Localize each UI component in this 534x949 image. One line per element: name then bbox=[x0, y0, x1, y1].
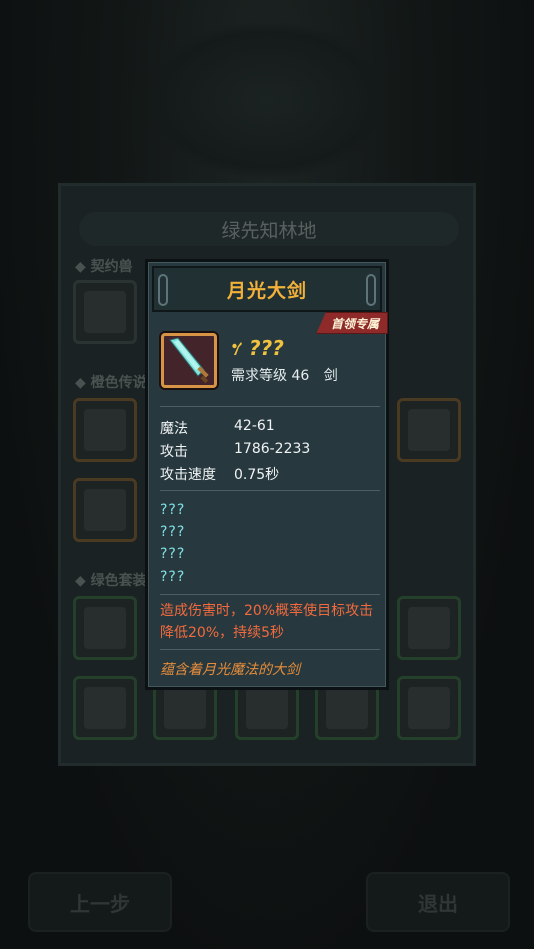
badge-text: 首领专属 bbox=[330, 316, 379, 331]
scissors-art-icon bbox=[84, 607, 126, 649]
legend-item-slot[interactable] bbox=[73, 478, 137, 542]
item-detail-popup[interactable]: 月光大剑 首领专属 ??? 需求等级 46 剑 魔法 42-61 攻击 1786… bbox=[145, 259, 389, 690]
boots-art-icon bbox=[326, 687, 368, 729]
orb-art-icon bbox=[84, 409, 126, 451]
stat-value-magic: 42-61 bbox=[234, 418, 275, 434]
greatsword-icon bbox=[169, 337, 209, 384]
chest-art-icon bbox=[164, 687, 206, 729]
unknown-affix: ??? bbox=[160, 524, 186, 540]
prev-step-label: 上一步 bbox=[70, 891, 130, 916]
item-type: 剑 bbox=[323, 368, 338, 384]
popup-header: 月光大剑 bbox=[152, 266, 382, 312]
scroll-ornament-icon bbox=[366, 274, 376, 306]
section-label-contract-beast: ◆ 契约兽 bbox=[75, 259, 133, 275]
prev-step-button[interactable]: 上一步 bbox=[28, 872, 172, 932]
stat-label-attack: 攻击 bbox=[160, 444, 188, 460]
cloak-art-icon bbox=[408, 687, 450, 729]
divider bbox=[160, 649, 380, 650]
exit-button[interactable]: 退出 bbox=[366, 872, 510, 932]
set-item-slot[interactable] bbox=[397, 676, 461, 740]
special-effect-text: 造成伤害时，20%概率使目标攻击降低20%，持续5秒 bbox=[160, 603, 374, 641]
contract-beast-slot[interactable] bbox=[73, 280, 137, 344]
section-text: 绿色套装 bbox=[90, 573, 147, 589]
item-class-icon bbox=[232, 342, 242, 355]
glove-art-icon bbox=[246, 687, 288, 729]
section-text: 橙色传说 bbox=[90, 375, 147, 391]
set-item-slot[interactable] bbox=[73, 596, 137, 660]
item-name: ??? bbox=[231, 336, 284, 360]
stat-value-attack: 1786-2233 bbox=[234, 441, 311, 457]
zone-title-bar: 绿先知林地 bbox=[79, 212, 459, 246]
item-icon bbox=[161, 333, 217, 388]
section-label-orange-legend: ◆ 橙色传说 bbox=[75, 375, 147, 391]
zone-title: 绿先知林地 bbox=[221, 219, 317, 242]
armor-art-icon bbox=[84, 489, 126, 531]
shoulder-art-icon bbox=[84, 687, 126, 729]
legend-item-slot[interactable] bbox=[397, 398, 461, 462]
boss-exclusive-badge: 首领专属 bbox=[315, 312, 388, 334]
sword-art-icon bbox=[408, 409, 450, 451]
background-emblem bbox=[140, 20, 394, 180]
legend-item-slot[interactable] bbox=[73, 398, 137, 462]
helmet-art-icon bbox=[408, 607, 450, 649]
divider bbox=[160, 490, 380, 491]
unknown-affix: ??? bbox=[160, 546, 186, 562]
section-text: 契约兽 bbox=[90, 259, 133, 275]
set-item-slot[interactable] bbox=[73, 676, 137, 740]
beast-art-icon bbox=[84, 291, 126, 333]
stat-value-attack-speed: 0.75秒 bbox=[234, 467, 280, 483]
divider bbox=[160, 406, 380, 407]
item-requirement: 需求等级 46 剑 bbox=[231, 365, 338, 385]
exit-label: 退出 bbox=[418, 891, 458, 916]
item-name-text: ??? bbox=[249, 336, 284, 360]
scroll-ornament-icon bbox=[158, 274, 168, 306]
section-label-green-set: ◆ 绿色套装 bbox=[75, 573, 147, 589]
set-item-slot[interactable] bbox=[397, 596, 461, 660]
stat-label-magic: 魔法 bbox=[160, 421, 188, 437]
stat-label-attack-speed: 攻击速度 bbox=[160, 467, 216, 483]
item-title: 月光大剑 bbox=[226, 279, 307, 302]
divider bbox=[160, 594, 380, 595]
unknown-affix: ??? bbox=[160, 502, 186, 518]
required-level-value: 46 bbox=[291, 368, 310, 384]
unknown-affix: ??? bbox=[160, 569, 186, 585]
required-level-label: 需求等级 bbox=[231, 368, 287, 384]
flavor-text: 蕴含着月光魔法的大剑 bbox=[160, 662, 300, 678]
